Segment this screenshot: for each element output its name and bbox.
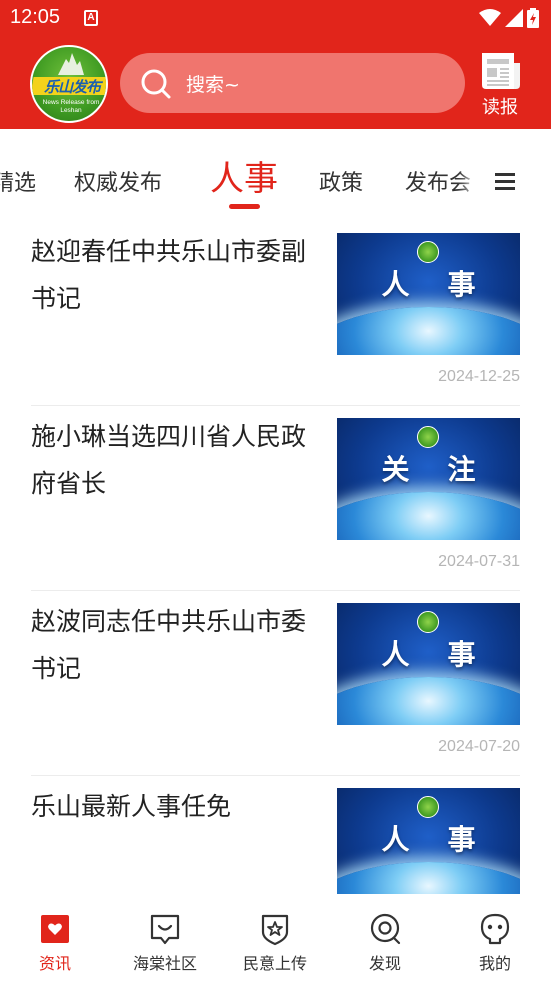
thumbnail-caption: 人事 [381,268,514,301]
logo-subtitle-line1: News Release from [42,99,100,106]
tab-policy[interactable]: 政策 [319,165,363,197]
app-notification-icon: A [84,10,98,26]
news-date: 2024-12-25 [438,368,520,385]
nav-label: 我的 [478,954,511,973]
leshan-badge-icon [417,796,439,818]
news-date: 2024-07-20 [438,738,520,755]
news-title: 施小琳当选四川省人民政府省长 [31,422,307,498]
news-item[interactable]: 赵波同志任中共乐山市委书记 人事 2024-07-20 [31,598,520,768]
news-thumbnail: 关注 [337,418,520,540]
status-icons [479,8,539,28]
discover-icon [370,913,401,945]
news-thumbnail: 人事 [337,603,520,725]
search-placeholder: 搜索~ [186,74,240,96]
community-icon [150,914,180,945]
upload-icon [261,914,289,946]
news-thumbnail: 人事 [337,233,520,355]
profile-icon [480,913,510,945]
battery-icon [527,8,539,28]
earth-graphic [337,862,520,894]
nav-label: 民意上传 [242,954,307,973]
news-item[interactable]: 施小琳当选四川省人民政府省长 关注 2024-07-31 [31,413,520,583]
bottom-navigation: 资讯 海棠社区 民意上传 发现 我的 [0,894,551,981]
earth-graphic [337,492,520,540]
leshan-badge-icon [417,241,439,263]
nav-opinion-upload[interactable]: 民意上传 [220,912,330,974]
divider [31,590,520,591]
news-title: 赵波同志任中共乐山市委书记 [31,607,307,683]
read-label: 读报 [482,97,518,118]
active-tab-indicator [229,204,260,209]
mountain-icon [58,53,84,75]
logo-title: 乐山发布 [43,78,101,96]
nav-profile[interactable]: 我的 [440,912,550,974]
leshan-badge-icon [417,426,439,448]
news-title: 乐山最新人事任免 [31,792,232,821]
tab-press-conference[interactable]: 发布会 [405,165,471,197]
news-thumbnail: 人事 [337,788,520,894]
nav-news[interactable]: 资讯 [0,912,110,974]
leshan-logo: 乐山发布 News Release from Leshan [30,45,108,123]
news-item[interactable]: 乐山最新人事任免 人事 [31,783,520,894]
tab-authority[interactable]: 权威发布 [74,165,162,197]
nav-community[interactable]: 海棠社区 [110,912,220,974]
divider [31,405,520,406]
app-header: 12:05 A 乐山发布 News Release from Leshan 搜索… [0,0,551,129]
wifi-icon [479,9,501,26]
earth-graphic [337,307,520,355]
divider [31,775,520,776]
news-title: 赵迎春任中共乐山市委副书记 [31,237,307,313]
thumbnail-caption: 人事 [381,638,514,671]
menu-icon[interactable] [482,167,526,197]
read-newspaper-button[interactable]: 读报 [474,47,526,119]
nav-discover[interactable]: 发现 [330,912,440,974]
status-time: 12:05 [10,6,61,28]
newspaper-icon [482,53,520,89]
nav-label: 海棠社区 [132,954,197,973]
thumbnail-caption: 人事 [381,823,514,856]
earth-graphic [337,677,520,725]
nav-label: 资讯 [38,954,71,973]
search-bar[interactable]: 搜索~ [120,53,465,113]
category-tabs: 精选 权威发布 人事 政策 发布会 [0,129,551,215]
news-date: 2024-07-31 [438,553,520,570]
logo-subtitle-line2: Leshan [60,107,82,114]
tab-personnel[interactable]: 人事 [210,151,278,200]
signal-icon [505,9,523,27]
status-bar: 12:05 A [0,0,551,38]
nav-label: 发现 [368,954,401,973]
tab-featured[interactable]: 精选 [0,165,36,197]
leshan-badge-icon [417,611,439,633]
logo-subtitle: News Release from Leshan [32,99,106,115]
news-icon [41,915,69,943]
search-icon [141,69,171,99]
thumbnail-caption: 关注 [381,453,514,486]
news-item[interactable]: 赵迎春任中共乐山市委副书记 人事 2024-12-25 [31,228,520,398]
